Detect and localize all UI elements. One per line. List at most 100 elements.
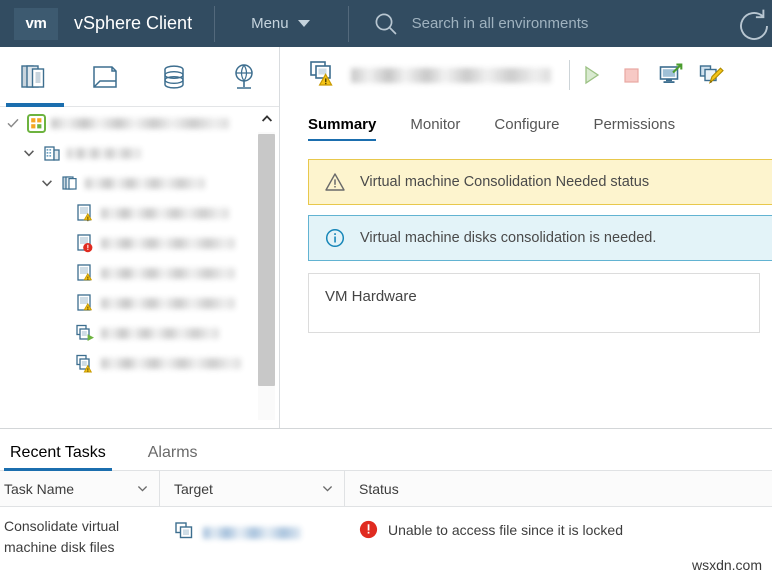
tab-permissions[interactable]: Permissions xyxy=(593,116,675,141)
chevron-down-icon[interactable] xyxy=(20,145,37,162)
refresh-button[interactable] xyxy=(736,6,772,46)
edit-vm-button[interactable] xyxy=(692,56,730,94)
cell-task-name: Consolidate virtual machine disk files xyxy=(4,518,120,555)
tab-alarms[interactable]: Alarms xyxy=(142,444,204,470)
sidebar-item-networking[interactable] xyxy=(209,47,279,107)
vm-warning-icon xyxy=(74,294,96,312)
chevron-down-icon xyxy=(297,20,310,27)
vm-hardware-title: VM Hardware xyxy=(325,288,417,305)
networking-icon xyxy=(235,63,253,89)
tree-item-label xyxy=(67,147,141,159)
tree-item-label xyxy=(101,297,235,309)
column-label: Status xyxy=(359,480,399,497)
tree-item-label xyxy=(101,357,241,369)
chevron-down-icon[interactable] xyxy=(38,175,55,192)
tree-item[interactable] xyxy=(0,168,279,198)
check-icon xyxy=(4,115,21,132)
tree-item[interactable] xyxy=(0,318,279,348)
content-tab-bar: Summary Monitor Configure Permissions xyxy=(281,103,772,141)
table-row[interactable]: Consolidate virtual machine disk files U… xyxy=(0,507,772,567)
inventory-tree xyxy=(0,108,279,428)
column-header-task-name[interactable]: Task Name xyxy=(0,470,160,507)
warning-triangle-icon xyxy=(325,173,345,191)
stop-icon xyxy=(624,68,639,83)
folder-icon xyxy=(60,175,80,192)
banner-text: Virtual machine Consolidation Needed sta… xyxy=(360,174,650,190)
cell-target xyxy=(160,507,345,545)
play-icon xyxy=(585,65,600,85)
launch-console-button[interactable] xyxy=(652,56,690,94)
recent-tasks-panel: Recent Tasks Alarms Task Name Target Sta… xyxy=(0,428,772,577)
bottom-tab-bar: Recent Tasks Alarms xyxy=(0,429,772,471)
object-header xyxy=(281,47,772,103)
consolidation-info-banner: Virtual machine disks consolidation is n… xyxy=(308,215,772,261)
tasks-table-header: Task Name Target Status xyxy=(0,470,772,507)
power-on-button[interactable] xyxy=(572,56,610,94)
consolidation-warning-banner: Virtual machine Consolidation Needed sta… xyxy=(308,159,772,205)
object-header-divider xyxy=(569,60,570,90)
vcenter-icon xyxy=(26,113,46,133)
vsphere-client-app: vm vSphere Client Menu Search in all env… xyxy=(0,0,772,577)
chevron-up-icon[interactable] xyxy=(254,108,279,130)
menu-button[interactable]: Menu xyxy=(251,15,310,32)
sidebar-item-storage[interactable] xyxy=(140,47,210,107)
sidebar-item-vms-and-templates[interactable] xyxy=(70,47,140,107)
tree-item-label xyxy=(101,267,235,279)
inventory-tab-bar xyxy=(0,47,279,107)
tree-item[interactable] xyxy=(0,288,279,318)
vm-warning-icon xyxy=(308,58,338,93)
column-header-target[interactable]: Target xyxy=(160,470,345,507)
edit-vm-icon xyxy=(699,65,724,85)
datacenter-icon xyxy=(42,145,62,162)
column-header-status[interactable]: Status xyxy=(345,471,772,507)
summary-content: Virtual machine Consolidation Needed sta… xyxy=(281,141,772,333)
vm-error-icon xyxy=(74,234,96,253)
tree-item-label xyxy=(85,177,205,189)
global-search[interactable]: Search in all environments xyxy=(373,11,772,37)
menu-label: Menu xyxy=(251,15,289,32)
search-input-placeholder: Search in all environments xyxy=(411,15,589,32)
object-name xyxy=(351,67,551,83)
tree-item[interactable] xyxy=(0,258,279,288)
tree-item[interactable] xyxy=(0,108,279,138)
tree-item[interactable] xyxy=(0,348,279,378)
column-label: Task Name xyxy=(4,480,75,497)
vmware-logo[interactable]: vm xyxy=(14,7,58,40)
tab-monitor[interactable]: Monitor xyxy=(410,116,460,141)
topbar-divider-1 xyxy=(214,5,216,42)
vm-warning-icon xyxy=(74,204,96,222)
chevron-down-icon[interactable] xyxy=(321,482,334,495)
tab-recent-tasks[interactable]: Recent Tasks xyxy=(4,444,112,471)
chevron-down-icon[interactable] xyxy=(136,482,149,495)
tab-configure[interactable]: Configure xyxy=(494,116,559,141)
vm-icon xyxy=(174,520,196,545)
status-text: Unable to access file since it is locked xyxy=(388,521,623,538)
tree-scrollbar[interactable] xyxy=(254,108,279,428)
inventory-sidebar xyxy=(0,47,280,428)
power-off-button[interactable] xyxy=(612,56,650,94)
vm-warning-icon xyxy=(74,264,96,282)
tree-item-label xyxy=(101,207,229,219)
info-circle-icon xyxy=(325,228,345,248)
cell-target-label xyxy=(203,526,301,539)
hosts-and-clusters-icon xyxy=(21,64,45,88)
product-title: vSphere Client xyxy=(74,13,193,33)
cell-status: Unable to access file since it is locked xyxy=(345,507,772,539)
tree-item[interactable] xyxy=(0,138,279,168)
vm-running-icon xyxy=(74,324,96,342)
top-navigation-bar: vm vSphere Client Menu Search in all env… xyxy=(0,0,772,47)
main-content-area: Summary Monitor Configure Permissions Vi… xyxy=(281,47,772,428)
scrollbar-thumb[interactable] xyxy=(258,134,275,386)
tree-item[interactable] xyxy=(0,198,279,228)
vm-hardware-card[interactable]: VM Hardware xyxy=(308,273,760,333)
tree-item[interactable] xyxy=(0,228,279,258)
tree-item-label xyxy=(101,237,235,249)
sidebar-item-hosts-and-clusters[interactable] xyxy=(0,47,70,107)
watermark: wsxdn.com xyxy=(691,557,762,573)
tab-summary[interactable]: Summary xyxy=(308,116,377,141)
topbar-divider-2 xyxy=(347,5,349,42)
refresh-icon xyxy=(740,9,768,40)
banner-text: Virtual machine disks consolidation is n… xyxy=(360,230,657,246)
column-label: Target xyxy=(174,480,213,497)
vms-and-templates-icon xyxy=(92,65,117,88)
